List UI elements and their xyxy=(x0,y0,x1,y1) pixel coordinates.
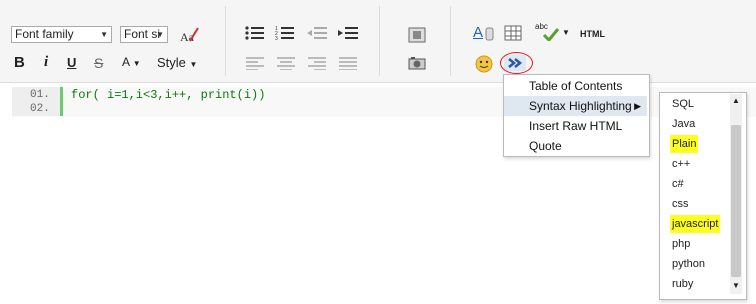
code-line[interactable]: for( i=1,i<3,i++, print(i)) xyxy=(71,88,265,102)
submenu-item-java[interactable]: Java xyxy=(670,115,697,133)
toolbar-separator xyxy=(225,6,226,76)
submenu-item-sql[interactable]: SQL xyxy=(670,95,696,113)
clear-formatting-icon: Aa xyxy=(180,27,199,44)
spellcheck-button[interactable]: abc ▼ xyxy=(535,22,570,42)
align-center-icon[interactable] xyxy=(277,56,295,73)
menu-item-quote[interactable]: Quote xyxy=(504,136,647,156)
font-size-select[interactable]: Font si ▼ xyxy=(120,26,168,43)
bold-button[interactable]: B xyxy=(14,54,25,71)
align-right-icon[interactable] xyxy=(308,56,326,73)
submenu-item-javascript[interactable]: javascript xyxy=(670,215,721,233)
indent-icon[interactable] xyxy=(337,25,359,41)
outdent-icon[interactable] xyxy=(306,25,328,41)
scroll-down-icon[interactable]: ▼ xyxy=(732,281,740,290)
style-label: Style xyxy=(157,55,186,70)
font-color-label: A xyxy=(122,55,130,69)
chevron-right-icon: ▶ xyxy=(634,101,641,111)
annotation-circle xyxy=(500,52,533,74)
numbered-list-icon[interactable]: 123 xyxy=(275,25,295,42)
strikethrough-button[interactable]: S xyxy=(94,55,103,71)
align-left-icon[interactable] xyxy=(246,56,264,73)
video-icon[interactable] xyxy=(408,27,426,46)
toolbar-separator xyxy=(379,6,380,76)
eraser-icon xyxy=(485,27,494,41)
menu-item-label: Syntax Highlighting xyxy=(529,99,632,113)
chevron-down-icon: ▼ xyxy=(156,30,164,39)
font-family-value: Font family xyxy=(15,27,74,41)
submenu-item-php[interactable]: php xyxy=(670,235,692,253)
italic-button[interactable]: i xyxy=(44,54,48,71)
line-number: 01. xyxy=(30,89,50,101)
submenu-item-cpp[interactable]: c++ xyxy=(670,155,692,173)
submenu-item-ruby[interactable]: ruby xyxy=(670,275,695,293)
svg-text:3: 3 xyxy=(275,36,278,41)
font-size-value: Font si xyxy=(124,27,161,41)
plugins-menu: Table of Contents Syntax Highlighting ▶ … xyxy=(503,74,650,157)
html-button[interactable]: HTML xyxy=(580,29,605,39)
style-dropdown[interactable]: Style ▼ xyxy=(157,55,197,70)
submenu-item-csharp[interactable]: c# xyxy=(670,175,686,193)
menu-item-syntax-highlighting[interactable]: Syntax Highlighting ▶ xyxy=(504,96,647,116)
submenu-item-css[interactable]: css xyxy=(670,195,691,213)
toolbar-separator xyxy=(450,6,451,76)
line-number-gutter: 01. 02. xyxy=(12,87,63,116)
scroll-up-icon[interactable]: ▲ xyxy=(732,96,740,105)
bullet-list-icon[interactable] xyxy=(245,25,265,41)
menu-item-insert-raw-html[interactable]: Insert Raw HTML xyxy=(504,116,647,136)
font-family-select[interactable]: Font family ▼ xyxy=(11,26,112,43)
font-color-button[interactable]: A ▼ xyxy=(122,55,141,69)
chevron-down-icon: ▼ xyxy=(562,28,570,37)
clear-formatting-button[interactable]: Aa xyxy=(178,25,200,45)
scrollbar-thumb[interactable] xyxy=(731,125,741,277)
text-color-button[interactable]: A xyxy=(473,24,495,44)
menu-item-table-of-contents[interactable]: Table of Contents xyxy=(504,76,647,96)
submenu-item-plain[interactable]: Plain xyxy=(670,135,699,153)
align-justify-icon[interactable] xyxy=(339,56,357,73)
submenu-item-python[interactable]: python xyxy=(670,255,707,273)
underline-button[interactable]: U xyxy=(67,55,76,70)
chevron-down-icon: ▼ xyxy=(100,30,108,39)
text-color-label: A xyxy=(473,24,484,41)
check-icon xyxy=(543,28,559,41)
editor-toolbar xyxy=(0,0,756,83)
chevron-down-icon: ▼ xyxy=(132,59,141,68)
table-icon[interactable] xyxy=(504,25,522,44)
line-number: 02. xyxy=(30,103,50,115)
camera-icon[interactable] xyxy=(408,56,426,73)
chevron-down-icon: ▼ xyxy=(189,60,198,69)
emoticon-icon[interactable] xyxy=(475,55,493,76)
